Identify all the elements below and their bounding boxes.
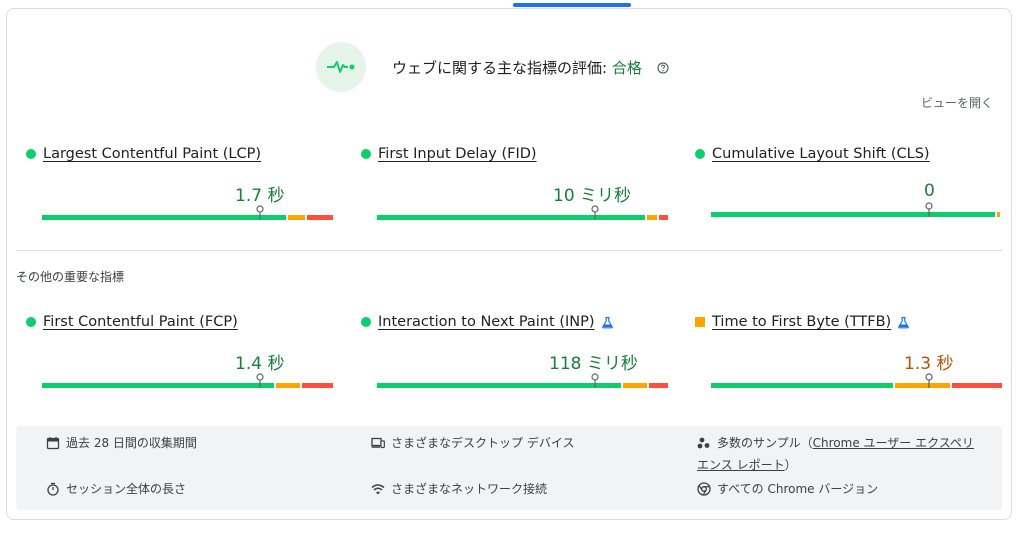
sample-dots-icon [697,437,710,449]
good-status-dot [361,149,371,159]
good-status-dot [361,317,371,327]
active-tab-indicator [513,3,631,7]
good-segment [711,212,995,217]
p75-marker-icon [591,373,599,388]
average-segment [623,383,647,388]
wifi-icon [371,484,385,495]
good-status-dot [26,317,36,327]
assessment-title: ウェブに関する主な指標の評価: 合格 [392,57,669,78]
distribution-bar [711,373,1002,388]
poor-segment [307,215,333,220]
metric-fcp: First Contentful Paint (FCP) 1.4 秒 [26,314,333,388]
info-text: すべての Chrome バージョン [717,482,879,496]
good-segment [42,383,274,388]
pulse-icon [316,42,366,92]
distribution-bar [42,205,333,220]
info-samples: 多数のサンプル（Chrome ユーザー エクスペリ エンス レポート） [697,432,997,476]
metric-value: 0 [924,181,935,201]
p75-marker-icon [925,373,933,388]
help-icon[interactable] [657,61,669,74]
samples-suffix: ） [784,458,797,472]
average-segment [895,383,950,388]
stopwatch-icon [47,482,59,496]
distribution-bar [711,202,1000,217]
assessment-header: ウェブに関する主な指標の評価: 合格 [316,42,669,92]
metric-name-link[interactable]: First Input Delay (FID) [378,146,537,162]
metric-value: 118 ミリ秒 [549,354,638,374]
info-text: さまざまなネットワーク接続 [391,482,548,496]
info-text: セッション全体の長さ [66,482,187,496]
average-segment [288,215,305,220]
average-segment [276,383,300,388]
p75-marker-icon [591,205,599,220]
metric-name-link[interactable]: Largest Contentful Paint (LCP) [43,146,261,162]
poor-segment [302,383,333,388]
p75-marker-icon [925,202,933,217]
average-segment [647,215,657,220]
metric-name-link[interactable]: Time to First Byte (TTFB) [712,314,891,330]
good-segment [377,215,645,220]
calendar-icon [46,437,60,450]
good-segment [42,215,286,220]
assessment-title-text: ウェブに関する主な指標の評価: [392,58,612,77]
p75-marker-icon [256,373,264,388]
average-status-square [695,317,705,327]
info-text: 多数のサンプル（Chrome ユーザー エクスペリ エンス レポート） [697,432,974,476]
info-text: さまざまなデスクトップ デバイス [391,436,575,450]
section-divider [16,250,1002,251]
poor-segment [659,215,668,220]
data-info-panel: 過去 28 日間の収集期間 さまざまなデスクトップ デバイス 多数のサンプル（C… [16,426,1002,510]
good-status-dot [695,149,705,159]
metric-value: 1.7 秒 [235,186,285,206]
good-segment [377,383,621,388]
metric-value: 1.4 秒 [235,354,285,374]
devices-icon [371,437,385,449]
distribution-bar [377,205,668,220]
crux-report-link[interactable]: Chrome ユーザー エクスペリ [813,436,974,450]
distribution-bar [377,373,668,388]
metric-name-link[interactable]: Interaction to Next Paint (INP) [378,314,595,330]
metric-name-link[interactable]: Cumulative Layout Shift (CLS) [712,146,930,162]
good-status-dot [26,149,36,159]
metric-ttfb: Time to First Byte (TTFB) 1.3 秒 [695,314,1002,388]
expand-view-button[interactable]: ビューを開く [921,94,993,111]
distribution-bar [42,373,333,388]
average-segment [997,212,1000,217]
experimental-flask-icon [601,316,613,328]
poor-segment [649,383,668,388]
info-devices: さまざまなデスクトップ デバイス [371,432,574,454]
crux-report-link-continued[interactable]: エンス レポート [697,458,785,472]
metric-name-link[interactable]: First Contentful Paint (FCP) [43,314,238,330]
metric-inp: Interaction to Next Paint (INP) 118 ミリ秒 [361,314,668,388]
chrome-icon [697,482,711,496]
samples-second-line: エンス レポート） [697,458,797,472]
info-chrome-versions: すべての Chrome バージョン [697,478,878,500]
metric-value: 1.3 秒 [904,354,954,374]
metric-lcp: Largest Contentful Paint (LCP) 1.7 秒 [26,146,333,220]
good-segment [711,383,893,388]
poor-segment [952,383,1002,388]
assessment-status: 合格 [611,58,642,77]
p75-marker-icon [256,205,264,220]
info-text: 過去 28 日間の収集期間 [66,436,197,450]
info-collection-period: 過去 28 日間の収集期間 [46,432,197,454]
metric-cls: Cumulative Layout Shift (CLS) 0 [695,146,1000,217]
metric-value: 10 ミリ秒 [553,186,632,206]
info-session: セッション全体の長さ [46,478,186,500]
other-metrics-heading: その他の重要な指標 [16,270,125,284]
metric-fid: First Input Delay (FID) 10 ミリ秒 [361,146,668,220]
experimental-flask-icon [898,316,910,328]
samples-prefix: 多数のサンプル（ [717,436,813,450]
info-networks: さまざまなネットワーク接続 [371,478,547,500]
